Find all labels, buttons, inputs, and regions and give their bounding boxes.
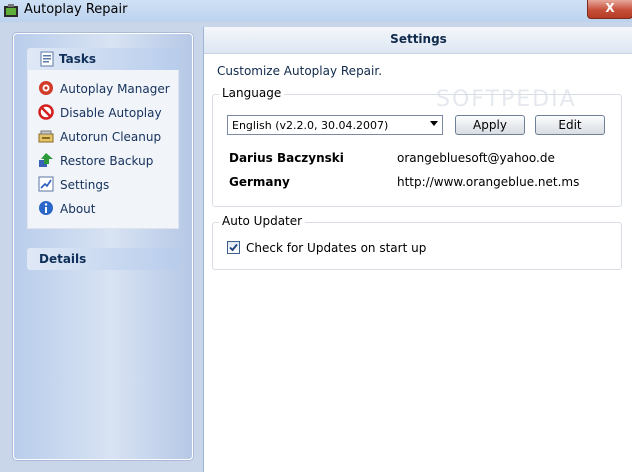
tasks-panel-title: Tasks xyxy=(59,52,97,66)
task-label: Disable Autoplay xyxy=(60,106,162,120)
details-panel-title: Details xyxy=(39,252,87,266)
close-icon: X xyxy=(605,1,615,15)
task-autorun-cleanup[interactable]: Autorun Cleanup xyxy=(28,124,178,148)
task-label: Restore Backup xyxy=(60,154,154,168)
dropdown-arrow-icon xyxy=(430,121,438,126)
author-country: Germany xyxy=(229,175,290,189)
tasks-panel-header[interactable]: Tasks xyxy=(27,48,179,70)
page-title: Settings xyxy=(390,32,447,46)
settings-header: Settings xyxy=(204,27,632,54)
task-about[interactable]: About xyxy=(28,196,178,220)
auto-updater-group-label: Auto Updater xyxy=(219,214,306,228)
app-window: Autoplay Repair X Tasks Autoplay Manager… xyxy=(0,0,632,472)
window-title: Autoplay Repair xyxy=(24,2,128,17)
task-label: Autoplay Manager xyxy=(60,82,170,96)
tasks-panel: Tasks Autoplay Manager Disable Autoplay xyxy=(27,48,179,229)
autoplay-manager-icon xyxy=(39,81,53,95)
tasks-icon xyxy=(40,51,54,67)
update-on-startup-checkbox[interactable] xyxy=(227,241,240,254)
task-pane: Tasks Autoplay Manager Disable Autoplay xyxy=(13,33,193,460)
language-group: Language English (v2.2.0, 30.04.2007) Ap… xyxy=(212,86,622,207)
title-bar[interactable]: Autoplay Repair X xyxy=(0,0,632,22)
settings-icon xyxy=(38,176,54,192)
settings-page: Settings Customize Autoplay Repair. SOFT… xyxy=(203,27,632,472)
app-icon xyxy=(4,4,18,17)
task-label: Autorun Cleanup xyxy=(60,130,162,144)
language-select-value: English (v2.2.0, 30.04.2007) xyxy=(232,119,389,132)
disable-icon xyxy=(38,104,54,120)
details-panel: Details xyxy=(27,248,179,270)
language-select[interactable]: English (v2.2.0, 30.04.2007) xyxy=(227,115,443,135)
language-group-label: Language xyxy=(219,86,285,100)
tasks-list: Autoplay Manager Disable Autoplay Autoru… xyxy=(27,70,179,229)
author-email: orangebluesoft@yahoo.de xyxy=(397,151,555,165)
info-icon xyxy=(39,201,53,215)
task-label: Settings xyxy=(60,178,110,192)
auto-updater-group: Auto Updater Check for Updates on start … xyxy=(212,214,622,270)
update-on-startup-label[interactable]: Check for Updates on start up xyxy=(246,241,426,255)
task-disable-autoplay[interactable]: Disable Autoplay xyxy=(28,100,178,124)
settings-description: Customize Autoplay Repair. xyxy=(217,64,383,78)
close-button[interactable]: X xyxy=(587,0,632,19)
task-settings[interactable]: Settings xyxy=(28,172,178,196)
checkmark-icon xyxy=(229,243,238,252)
task-autoplay-manager[interactable]: Autoplay Manager xyxy=(28,76,178,100)
details-panel-header[interactable]: Details xyxy=(27,248,179,270)
restore-icon xyxy=(39,153,53,167)
task-restore-backup[interactable]: Restore Backup xyxy=(28,148,178,172)
author-website: http://www.orangeblue.net.ms xyxy=(397,175,580,189)
edit-button[interactable]: Edit xyxy=(535,115,605,135)
cleanup-icon xyxy=(38,130,54,143)
task-label: About xyxy=(60,202,96,216)
apply-button[interactable]: Apply xyxy=(455,115,525,135)
author-name: Darius Baczynski xyxy=(229,151,344,165)
